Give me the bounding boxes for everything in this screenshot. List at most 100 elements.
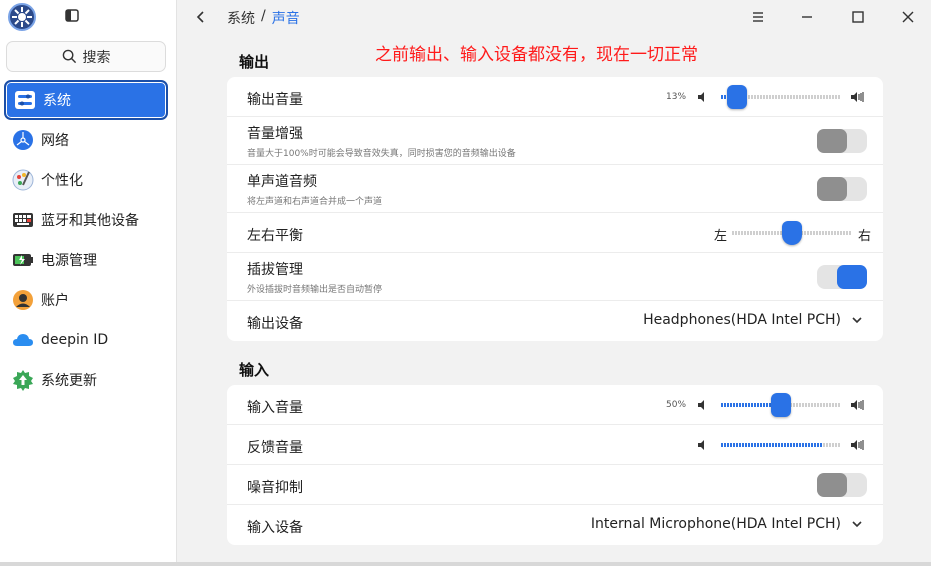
- sidebar-item-personalization[interactable]: 个性化: [4, 160, 168, 200]
- volume-high-icon: [851, 440, 864, 450]
- balance-left-label: 左: [714, 229, 728, 244]
- balance-row: 左右平衡 左 右: [227, 213, 883, 253]
- feedback-volume-meter: [721, 425, 841, 465]
- plug-management-label: 插拔管理: [247, 262, 303, 278]
- sidebar-item-label: 账户: [41, 293, 69, 309]
- feedback-volume-row: 反馈音量: [227, 425, 883, 465]
- balance-right-label: 右: [858, 229, 872, 244]
- sidebar-item-label: 蓝牙和其他设备: [41, 213, 139, 229]
- input-volume-percent: 50%: [666, 400, 687, 410]
- sidebar-item-label: deepin ID: [41, 332, 109, 348]
- breadcrumb-parent[interactable]: 系统: [227, 8, 255, 28]
- breadcrumb-separator: /: [261, 8, 266, 24]
- sidebar-item-bluetooth[interactable]: 蓝牙和其他设备: [4, 200, 168, 240]
- sidebar-item-label: 个性化: [41, 173, 83, 189]
- maximize-icon: [852, 11, 864, 23]
- app-logo-icon: [8, 3, 36, 31]
- noise-suppression-toggle[interactable]: [817, 473, 867, 497]
- bottom-edge: [0, 562, 931, 566]
- sidebar-item-power[interactable]: 电源管理: [4, 240, 168, 280]
- maximize-button[interactable]: [847, 6, 869, 28]
- volume-boost-desc: 音量大于100%时可能会导致音效失真，同时损害您的音频输出设备: [247, 149, 516, 159]
- input-device-value: Internal Microphone(HDA Intel PCH): [590, 516, 841, 532]
- output-section-title: 输出: [239, 53, 270, 71]
- bluetooth-devices-icon: [12, 209, 34, 231]
- volume-boost-row: 音量增强 音量大于100%时可能会导致音效失真，同时损害您的音频输出设备: [227, 117, 883, 165]
- balance-thumb[interactable]: [782, 221, 802, 245]
- system-icon: [14, 89, 36, 111]
- sidebar-item-label: 系统更新: [41, 373, 97, 389]
- output-volume-slider[interactable]: [721, 77, 841, 117]
- sidebar-nav: 系统 网络 个性化 蓝牙和其他设备 电源管理 账户 deepin ID 系统更新: [4, 80, 168, 400]
- output-volume-row: 输出音量 13%: [227, 77, 883, 117]
- input-device-label: 输入设备: [247, 520, 303, 536]
- noise-suppression-label: 噪音抑制: [247, 480, 303, 496]
- sidebar-item-deepin-id[interactable]: deepin ID: [4, 320, 168, 360]
- input-volume-row: 输入音量 50%: [227, 385, 883, 425]
- menu-button[interactable]: [747, 6, 769, 28]
- sidebar-toggle-icon[interactable]: [64, 8, 82, 24]
- plug-management-toggle[interactable]: [817, 265, 867, 289]
- sidebar-item-update[interactable]: 系统更新: [4, 360, 168, 400]
- network-icon: [12, 129, 34, 151]
- chevron-left-icon: [196, 11, 204, 23]
- sidebar-item-network[interactable]: 网络: [4, 120, 168, 160]
- input-device-row: 输入设备 Internal Microphone(HDA Intel PCH): [227, 505, 883, 545]
- sidebar: 搜索 系统 网络 个性化 蓝牙和其他设备 电源管理 账户 deepin ID 系…: [0, 0, 177, 566]
- account-icon: [12, 289, 34, 311]
- power-icon: [12, 249, 34, 271]
- chevron-down-icon: [852, 521, 862, 528]
- output-volume-thumb[interactable]: [726, 85, 747, 109]
- volume-low-icon: [698, 400, 704, 410]
- minimize-button[interactable]: [796, 6, 818, 28]
- minimize-icon: [802, 16, 812, 18]
- breadcrumb: 系统 / 声音: [227, 8, 300, 28]
- titlebar: 系统 / 声音: [177, 0, 931, 34]
- input-card: 输入音量 50% 反馈音量 噪音抑制 输入设备 Internal Microph…: [227, 385, 883, 545]
- close-icon: [902, 11, 914, 23]
- mono-audio-desc: 将左声道和右声道合并成一个声道: [247, 197, 383, 207]
- breadcrumb-current: 声音: [271, 11, 300, 27]
- sidebar-item-label: 系统: [43, 93, 71, 109]
- mono-audio-label: 单声道音频: [247, 174, 317, 190]
- input-volume-label: 输入音量: [247, 400, 303, 416]
- output-device-row: 输出设备 Headphones(HDA Intel PCH): [227, 301, 883, 341]
- mono-audio-toggle[interactable]: [817, 177, 867, 201]
- balance-slider[interactable]: [732, 213, 852, 253]
- search-input[interactable]: 搜索: [6, 41, 166, 72]
- output-volume-percent: 13%: [666, 92, 687, 102]
- volume-high-icon: [851, 92, 864, 102]
- input-section-title: 输入: [239, 361, 270, 379]
- volume-low-icon: [698, 440, 704, 450]
- search-icon: [62, 49, 76, 64]
- volume-boost-toggle[interactable]: [817, 129, 867, 153]
- output-device-label: 输出设备: [247, 316, 303, 332]
- search-label: 搜索: [82, 49, 111, 66]
- volume-low-icon: [698, 92, 704, 102]
- update-icon: [12, 369, 34, 391]
- output-card: 输出音量 13% 音量增强 音量大于100%时可能会导致音效失真，同时损害您的音…: [227, 77, 883, 341]
- output-device-select[interactable]: Headphones(HDA Intel PCH): [643, 312, 863, 328]
- sidebar-item-label: 网络: [41, 133, 69, 149]
- close-button[interactable]: [897, 6, 919, 28]
- noise-suppression-row: 噪音抑制: [227, 465, 883, 505]
- personalization-icon: [12, 169, 34, 191]
- back-button[interactable]: [191, 7, 211, 27]
- volume-high-icon: [851, 400, 864, 410]
- feedback-volume-label: 反馈音量: [247, 440, 303, 456]
- input-volume-thumb[interactable]: [771, 393, 791, 417]
- annotation-text: 之前输出、输入设备都没有，现在一切正常: [375, 45, 698, 65]
- sidebar-item-account[interactable]: 账户: [4, 280, 168, 320]
- volume-boost-label: 音量增强: [247, 126, 303, 142]
- chevron-down-icon: [852, 317, 862, 324]
- input-device-select[interactable]: Internal Microphone(HDA Intel PCH): [591, 516, 863, 532]
- output-device-value: Headphones(HDA Intel PCH): [643, 312, 841, 328]
- sidebar-item-system[interactable]: 系统: [4, 80, 168, 120]
- output-volume-label: 输出音量: [247, 92, 303, 108]
- input-volume-slider[interactable]: [721, 385, 841, 425]
- plug-management-row: 插拔管理 外设插拔时音频输出是否自动暂停: [227, 253, 883, 301]
- menu-icon: [753, 12, 763, 22]
- cloud-icon: [12, 329, 34, 351]
- plug-management-desc: 外设插拔时音频输出是否自动暂停: [247, 285, 383, 295]
- sidebar-item-label: 电源管理: [41, 253, 97, 269]
